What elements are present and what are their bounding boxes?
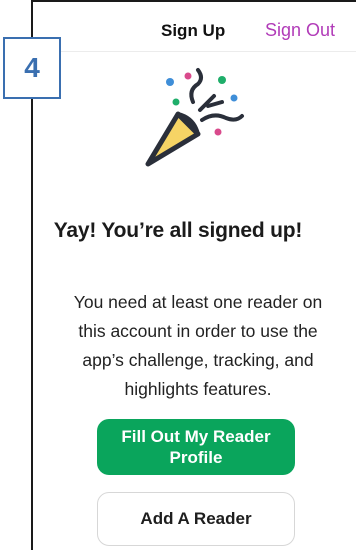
add-reader-button[interactable]: Add A Reader <box>97 492 295 546</box>
confetti-dot <box>166 78 174 86</box>
message-line: app’s challenge, tracking, and <box>82 350 314 370</box>
message-line: this account in order to use the <box>78 321 318 341</box>
sign-out-button[interactable]: Sign Out <box>265 20 335 41</box>
reader-requirement-message: You need at least one reader on this acc… <box>43 288 353 404</box>
button-label-line: Profile <box>169 448 223 467</box>
step-number-badge: 4 <box>3 37 61 99</box>
confetti-dot <box>230 94 238 102</box>
confetti-dot <box>218 76 226 84</box>
navigation-bar: Sign Up Sign Out <box>33 2 356 52</box>
confetti-dot <box>172 98 180 106</box>
message-line: You need at least one reader on <box>73 292 323 312</box>
button-label-line: Fill Out My Reader <box>121 427 271 446</box>
message-line: highlights features. <box>124 379 272 399</box>
app-screen: Sign Up Sign Out 4 Yay! You’re all signe… <box>0 0 356 550</box>
success-headline: Yay! You’re all signed up! <box>53 219 303 242</box>
page-title: Sign Up <box>161 21 226 40</box>
fill-out-reader-profile-button[interactable]: Fill Out My Reader Profile <box>97 419 295 475</box>
party-popper-icon <box>145 68 244 167</box>
confetti-dot <box>214 128 222 136</box>
confetti-dot <box>184 72 192 80</box>
